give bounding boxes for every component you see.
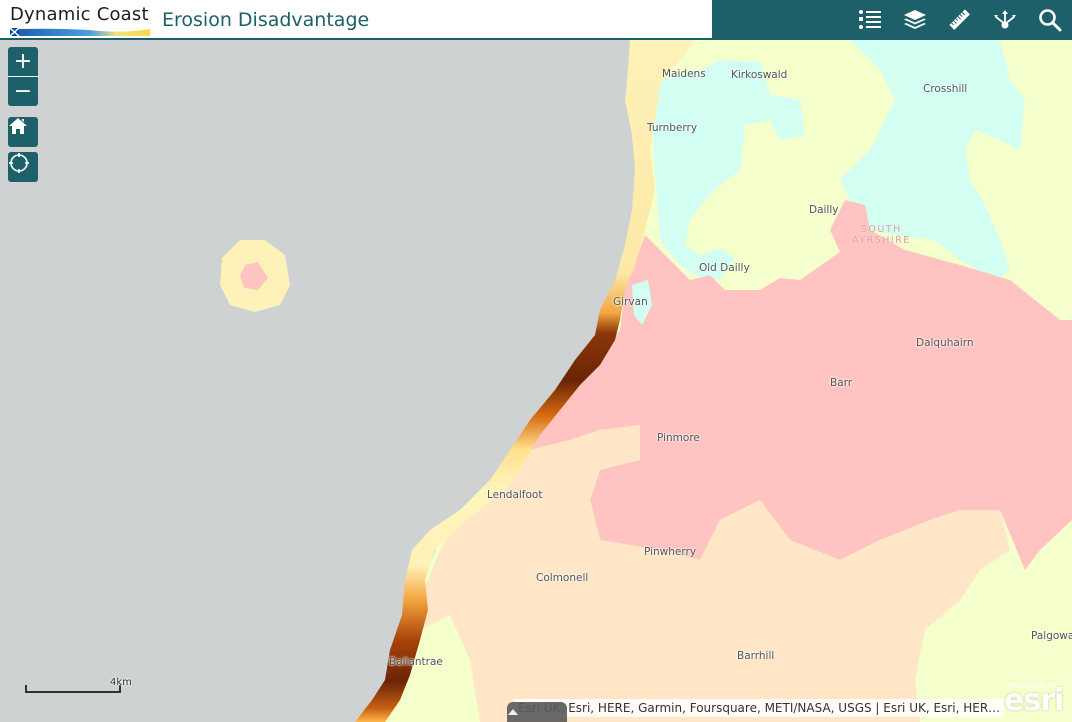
place-label: Palgowa [1031, 630, 1072, 642]
place-label: Old Dailly [699, 262, 750, 274]
region-label-line1: SOUTH [860, 224, 902, 235]
scale-label: 4km [110, 677, 132, 688]
attribution-toggle[interactable] [507, 702, 567, 722]
locate-icon [9, 153, 29, 173]
zoom-in-button[interactable]: + [8, 47, 38, 76]
zoom-out-button[interactable]: − [8, 77, 38, 106]
esri-logo[interactable]: POWERED BY esri [1004, 682, 1066, 716]
place-label: Pinwherry [644, 546, 697, 558]
place-label: Ballantrae [389, 656, 443, 668]
search-button[interactable] [1036, 6, 1064, 34]
dynamic-coast-logo[interactable]: Dynamic Coast [10, 4, 150, 36]
ruler-icon [949, 9, 970, 30]
layers-icon [904, 10, 926, 29]
place-label: Barr [830, 377, 853, 389]
measure-button[interactable] [946, 6, 974, 34]
place-label: Turnberry [647, 122, 698, 134]
share-icon [994, 10, 1016, 29]
map-canvas [0, 40, 1072, 722]
place-label: Kirkoswald [731, 69, 788, 81]
app-header: Dynamic Coast Erosion Disadvantage [0, 0, 1072, 40]
toolbar [712, 0, 1072, 40]
home-icon [9, 118, 27, 134]
map-view[interactable]: Maidens Kirkoswald Crosshill Turnberry D… [0, 40, 1072, 722]
locate-button[interactable] [8, 152, 38, 182]
legend-list-icon [859, 10, 881, 29]
region-label: SOUTH AYRSHIRE [852, 224, 911, 246]
attribution-text: Esri UK, Esri, HERE, Garmin, Foursquare,… [514, 699, 1005, 717]
caret-up-icon [508, 709, 518, 715]
esri-wordmark: esri [1004, 683, 1064, 718]
logo-wave-icon [10, 27, 150, 36]
app-title: Erosion Disadvantage [162, 9, 370, 31]
scale-bar [25, 685, 121, 693]
layers-button[interactable] [901, 6, 929, 34]
place-label: Dalquhairn [916, 337, 974, 349]
home-button[interactable] [8, 117, 38, 147]
place-label: Crosshill [923, 83, 968, 95]
place-label: Lendalfoot [487, 489, 543, 501]
place-label: Maidens [662, 68, 706, 80]
place-label: Colmonell [536, 572, 589, 584]
place-label: Dailly [809, 204, 839, 216]
place-label: Barrhill [737, 650, 775, 662]
search-icon [1039, 9, 1062, 32]
place-label: Girvan [613, 296, 648, 308]
legend-button[interactable] [856, 6, 884, 34]
place-label: Pinmore [657, 432, 700, 444]
logo-text: Dynamic Coast [10, 4, 149, 25]
region-label-line2: AYRSHIRE [852, 235, 911, 246]
share-button[interactable] [991, 6, 1019, 34]
